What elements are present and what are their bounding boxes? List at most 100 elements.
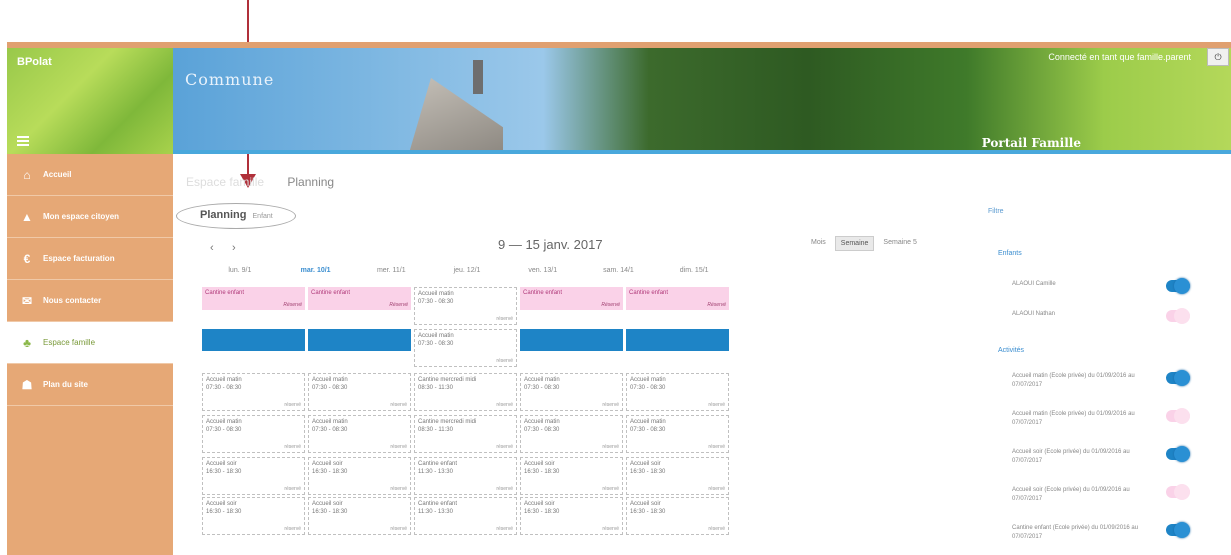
view-button-0[interactable]: Mois — [806, 236, 831, 251]
header-divider — [173, 150, 1231, 154]
filter-row: Accueil matin (Ecole privée) du 01/09/20… — [1012, 368, 1212, 398]
filter-toggle-enfant-0[interactable] — [1166, 278, 1190, 294]
calendar-event[interactable]: Accueil matin 07:30 - 08:30 réservé — [308, 373, 411, 411]
event-title: Cantine enfant — [205, 290, 245, 296]
event-title: Accueil soir — [630, 461, 661, 467]
calendar-event[interactable]: Accueil soir 16:30 - 18:30 réservé — [626, 457, 729, 495]
calendar-event[interactable]: Accueil soir 16:30 - 18:30 réservé — [626, 497, 729, 535]
calendar-event[interactable]: Cantine enfant Réservé — [520, 287, 623, 310]
event-status: Réservé — [389, 302, 408, 308]
calendar-event[interactable]: Cantine enfant Réservé — [626, 287, 729, 310]
sidebar-item-mon-espace-citoyen[interactable]: ▲ Mon espace citoyen — [7, 196, 173, 238]
event-status: réservé — [390, 486, 407, 492]
breadcrumb-previous[interactable]: Espace famille — [186, 175, 264, 189]
calendar-event[interactable]: Accueil soir 16:30 - 18:30 réservé — [308, 457, 411, 495]
sidebar-item-espace-facturation[interactable]: € Espace facturation — [7, 238, 173, 280]
event-status: réservé — [496, 402, 513, 408]
calendar-event[interactable] — [202, 329, 305, 351]
event-status: réservé — [284, 526, 301, 532]
calendar-event[interactable]: Accueil matin 07:30 - 08:30 réservé — [520, 373, 623, 411]
calendar-event[interactable]: Cantine enfant Réservé — [202, 287, 305, 310]
event-time: 16:30 - 18:30 — [312, 469, 348, 475]
calendar-event[interactable]: Cantine mercredi midi 08:30 - 11:30 réserv… — [414, 373, 517, 411]
sitemap-icon: ☗ — [21, 377, 33, 392]
event-status: réservé — [390, 402, 407, 408]
menu-icon[interactable] — [17, 136, 29, 146]
commune-title: Commune — [185, 70, 275, 89]
banner: Commune Portail Famille Connecté en tant… — [173, 42, 1231, 154]
euro-icon: € — [23, 251, 31, 266]
day-header: mar. 10/1 — [300, 267, 331, 274]
calendar-event[interactable]: Cantine enfant 11:30 - 13:30 réservé — [414, 497, 517, 535]
calendar-event[interactable]: Accueil soir 16:30 - 18:30 réservé — [202, 457, 305, 495]
user-info[interactable]: Connecté en tant que famille.parent — [1048, 52, 1191, 62]
calendar-event[interactable]: Cantine mercredi midi 08:30 - 11:30 réserv… — [414, 415, 517, 453]
event-time: 11:30 - 13:30 — [418, 509, 453, 515]
calendar-event[interactable]: Accueil matin 07:30 - 08:30 réservé — [414, 329, 517, 367]
logo[interactable]: BPolat — [17, 56, 52, 68]
calendar-event[interactable]: Accueil soir 16:30 - 18:30 réservé — [520, 457, 623, 495]
filter-toggle-activite-0[interactable] — [1166, 370, 1190, 386]
event-title: Cantine mercredi midi — [418, 419, 477, 425]
filter-label: ALAOUI Nathan — [1012, 311, 1056, 317]
sidebar-item-plan-du-site[interactable]: ☗ Plan du site — [7, 364, 173, 406]
calendar-event[interactable] — [520, 329, 623, 351]
filter-toggle-activite-1[interactable] — [1166, 408, 1190, 424]
sidebar-item-label: Espace facturation — [43, 254, 115, 263]
event-status: Réservé — [283, 302, 302, 308]
event-time: 07:30 - 08:30 — [206, 427, 242, 433]
calendar-event[interactable] — [626, 329, 729, 351]
event-title: Accueil soir — [312, 461, 343, 467]
view-button-2[interactable]: Semaine 5 — [878, 236, 921, 251]
logout-icon[interactable]: ⏻ — [1207, 48, 1229, 66]
calendar-event[interactable]: Accueil matin 07:30 - 08:30 réservé — [308, 415, 411, 453]
calendar-event[interactable]: Accueil matin 07:30 - 08:30 réservé — [626, 415, 729, 453]
filter-label: ALAOUI Camille — [1012, 281, 1056, 287]
event-status: réservé — [602, 486, 619, 492]
filter-row: Accueil soir (Ecole privée) du 01/09/201… — [1012, 444, 1212, 474]
calendar-event[interactable]: Accueil matin 07:30 - 08:30 réservé — [520, 415, 623, 453]
event-time: 16:30 - 18:30 — [630, 469, 666, 475]
event-status: réservé — [602, 402, 619, 408]
filter-toggle-activite-2[interactable] — [1166, 446, 1190, 462]
event-time: 07:30 - 08:30 — [312, 427, 348, 433]
filter-toggle-activite-4[interactable] — [1166, 522, 1190, 538]
calendar-event[interactable]: Accueil soir 16:30 - 18:30 réservé — [520, 497, 623, 535]
event-status: réservé — [602, 444, 619, 450]
event-time: 07:30 - 08:30 — [630, 427, 666, 433]
sidebar-item-espace-famille[interactable]: ♣ Espace famille — [7, 322, 173, 364]
calendar-event[interactable]: Accueil soir 16:30 - 18:30 réservé — [308, 497, 411, 535]
event-title: Accueil matin — [418, 291, 454, 297]
calendar-event[interactable]: Accueil matin 07:30 - 08:30 réservé — [626, 373, 729, 411]
event-time: 11:30 - 13:30 — [418, 469, 453, 475]
calendar-event[interactable]: Cantine enfant Réservé — [308, 287, 411, 310]
next-week-button[interactable]: › — [232, 242, 236, 254]
calendar-event[interactable]: Accueil matin 07:30 - 08:30 réservé — [202, 415, 305, 453]
event-time: 07:30 - 08:30 — [630, 385, 666, 391]
day-header: dim. 15/1 — [679, 267, 709, 274]
toggle-knob — [1174, 484, 1190, 500]
calendar-event[interactable]: Cantine enfant 11:30 - 13:30 réservé — [414, 457, 517, 495]
event-time: 16:30 - 18:30 — [206, 469, 242, 475]
view-button-1[interactable]: Semaine — [834, 236, 875, 251]
filter-toggle-activite-3[interactable] — [1166, 484, 1190, 500]
sidebar-item-label: Accueil — [43, 170, 72, 179]
family-icon: ♣ — [23, 335, 31, 350]
event-time: 16:30 - 18:30 — [524, 509, 560, 515]
prev-week-button[interactable]: ‹ — [210, 242, 214, 254]
event-time: 07:30 - 08:30 — [524, 427, 560, 433]
event-status: réservé — [496, 526, 513, 532]
sidebar-item-accueil[interactable]: ⌂ Accueil — [7, 154, 173, 196]
filter-toggle-enfant-1[interactable] — [1166, 308, 1190, 324]
filter-row: Accueil matin (Ecole privée) du 01/09/20… — [1012, 406, 1212, 436]
calendar-event[interactable]: Accueil matin 07:30 - 08:30 réservé — [414, 287, 517, 325]
sidebar-item-nous-contacter[interactable]: ✉ Nous contacter — [7, 280, 173, 322]
calendar-event[interactable] — [308, 329, 411, 351]
event-title: Accueil soir — [206, 501, 237, 507]
calendar-event[interactable]: Accueil soir 16:30 - 18:30 réservé — [202, 497, 305, 535]
sidebar: ⌂ Accueil ▲ Mon espace citoyen € Espace factu… — [7, 154, 173, 555]
event-title: Cantine enfant — [629, 290, 669, 296]
event-time: 07:30 - 08:30 — [524, 385, 560, 391]
calendar-event[interactable]: Accueil matin 07:30 - 08:30 réservé — [202, 373, 305, 411]
event-status: réservé — [496, 486, 513, 492]
